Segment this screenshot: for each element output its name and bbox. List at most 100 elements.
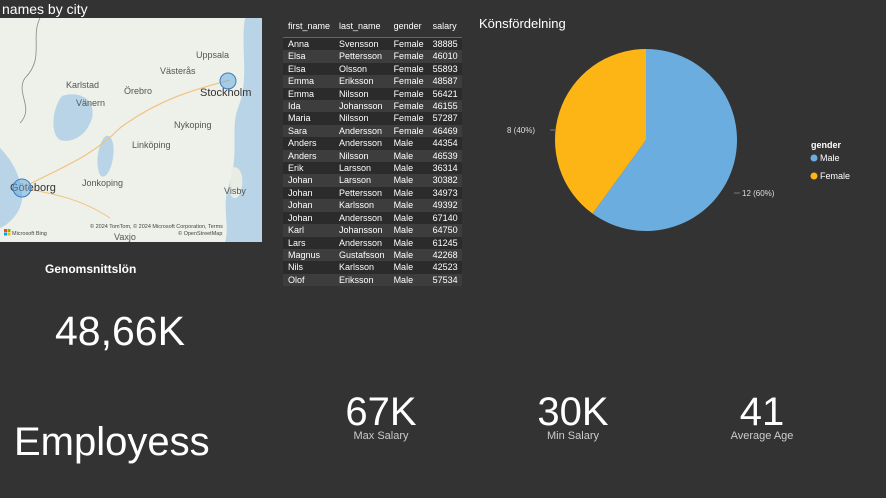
cell-gender: Male xyxy=(388,224,428,237)
map-label-linkoping: Linköping xyxy=(132,140,171,150)
cell-last-name: Karlsson xyxy=(334,199,389,212)
legend-marker-female-icon xyxy=(810,172,818,180)
table-row[interactable]: Johan Pettersson Male 34973 xyxy=(283,186,462,200)
cell-gender: Female xyxy=(388,87,428,101)
cell-first-name: Nils xyxy=(283,261,335,274)
cell-salary: 56421 xyxy=(427,87,462,101)
column-header-first-name[interactable]: first_name xyxy=(283,18,335,38)
table-row[interactable]: Johan Larsson Male 30382 xyxy=(283,174,462,187)
legend-item-male[interactable]: Male xyxy=(810,153,840,163)
table-row[interactable]: Anna Svensson Female 38885 xyxy=(283,37,462,51)
employees-title: Employess xyxy=(14,420,210,464)
cell-salary: 46539 xyxy=(427,149,462,163)
cell-salary: 57534 xyxy=(427,273,462,287)
cell-last-name: Andersson xyxy=(334,137,389,150)
table-row[interactable]: Nils Karlsson Male 42523 xyxy=(283,261,462,274)
cell-last-name: Gustafsson xyxy=(334,248,389,262)
cell-salary: 67140 xyxy=(427,211,462,225)
cell-last-name: Karlsson xyxy=(334,261,389,274)
cell-last-name: Pettersson xyxy=(334,186,389,200)
cell-salary: 30382 xyxy=(427,174,462,187)
table-row[interactable]: Erik Larsson Male 36314 xyxy=(283,162,462,175)
cell-last-name: Andersson xyxy=(334,236,389,249)
map-attribution[interactable]: © 2024 TomTom, © 2024 Microsoft Corporat… xyxy=(90,223,223,230)
map-label-nykoping: Nykoping xyxy=(174,120,212,130)
cell-last-name: Eriksson xyxy=(334,273,389,287)
column-header-gender[interactable]: gender xyxy=(388,18,428,38)
cell-first-name: Olof xyxy=(283,273,335,287)
cell-last-name: Pettersson xyxy=(334,50,389,63)
legend-label-male: Male xyxy=(820,153,840,163)
map-brand: Microsoft Bing xyxy=(12,231,47,237)
cell-first-name: Anders xyxy=(283,137,335,150)
map-label-vaxjo: Vaxjo xyxy=(114,232,136,242)
map-bubble-goteborg[interactable] xyxy=(12,178,32,198)
pie-label-male: 12 (60%) xyxy=(742,189,775,198)
cell-salary: 46155 xyxy=(427,100,462,113)
cell-first-name: Anna xyxy=(283,37,335,51)
table-row[interactable]: Sara Andersson Female 46469 xyxy=(283,124,462,138)
map-label-karlstad: Karlstad xyxy=(66,80,99,90)
cell-gender: Female xyxy=(388,124,428,138)
map-canvas[interactable]: Uppsala Västerås Karlstad Örebro Stockho… xyxy=(0,18,262,242)
cell-gender: Male xyxy=(388,248,428,262)
table-row[interactable]: Olof Eriksson Male 57534 xyxy=(283,273,462,287)
average-age-card[interactable]: 41 Average Age xyxy=(692,390,832,442)
table-row[interactable]: Magnus Gustafsson Male 42268 xyxy=(283,248,462,262)
table-row[interactable]: Maria Nilsson Female 57287 xyxy=(283,112,462,125)
cell-salary: 34973 xyxy=(427,186,462,200)
cell-gender: Male xyxy=(388,186,428,200)
table-row[interactable]: Emma Eriksson Female 48587 xyxy=(283,75,462,88)
cell-gender: Female xyxy=(388,75,428,88)
cell-gender: Male xyxy=(388,261,428,274)
legend-title: gender xyxy=(811,140,842,150)
map-bubble-stockholm[interactable] xyxy=(219,72,237,90)
cell-last-name: Johansson xyxy=(334,100,389,113)
min-salary-card[interactable]: 30K Min Salary xyxy=(503,390,643,442)
cell-salary: 38885 xyxy=(427,37,462,51)
table-row[interactable]: Emma Nilsson Female 56421 xyxy=(283,87,462,101)
map-attribution-osm[interactable]: © OpenStreetMap xyxy=(178,230,222,237)
table-row[interactable]: Johan Andersson Male 67140 xyxy=(283,211,462,225)
cell-last-name: Svensson xyxy=(334,37,389,51)
pie-label-female: 8 (40%) xyxy=(507,126,535,135)
cell-salary: 55893 xyxy=(427,62,462,76)
cell-salary: 42523 xyxy=(427,261,462,274)
cell-first-name: Ida xyxy=(283,100,335,113)
cell-last-name: Nilsson xyxy=(334,112,389,125)
column-header-salary[interactable]: salary xyxy=(427,18,462,38)
cell-gender: Male xyxy=(388,137,428,150)
cell-gender: Female xyxy=(388,100,428,113)
max-salary-value: 67K xyxy=(345,390,417,434)
table-row[interactable]: Ida Johansson Female 46155 xyxy=(283,100,462,113)
cell-first-name: Johan xyxy=(283,174,335,187)
cell-last-name: Andersson xyxy=(334,211,389,225)
table-row[interactable]: Elsa Olsson Female 55893 xyxy=(283,62,462,76)
column-header-last-name[interactable]: last_name xyxy=(334,18,389,38)
cell-salary: 61245 xyxy=(427,236,462,249)
cell-salary: 44354 xyxy=(427,137,462,150)
table-row[interactable]: Anders Nilsson Male 46539 xyxy=(283,149,462,163)
pie-chart[interactable]: 8 (40%) 12 (60%) gender Male Female xyxy=(470,40,886,260)
cell-first-name: Lars xyxy=(283,236,335,249)
cell-first-name: Magnus xyxy=(283,248,335,262)
legend-item-female[interactable]: Female xyxy=(810,171,851,181)
max-salary-card[interactable]: 67K Max Salary xyxy=(311,390,451,442)
cell-last-name: Larsson xyxy=(334,162,389,175)
employee-table[interactable]: first_name last_name gender salary Anna S… xyxy=(283,18,463,287)
cell-salary: 49392 xyxy=(427,199,462,212)
cell-gender: Female xyxy=(388,62,428,76)
cell-last-name: Johansson xyxy=(334,224,389,237)
average-age-value: 41 xyxy=(739,390,785,434)
average-age-label: Average Age xyxy=(730,430,794,442)
table-row[interactable]: Johan Karlsson Male 49392 xyxy=(283,199,462,212)
table-row[interactable]: Karl Johansson Male 64750 xyxy=(283,224,462,237)
table-row[interactable]: Anders Andersson Male 44354 xyxy=(283,137,462,150)
cell-last-name: Olsson xyxy=(334,62,389,76)
cell-first-name: Johan xyxy=(283,186,335,200)
cell-first-name: Maria xyxy=(283,112,335,125)
table-row[interactable]: Lars Andersson Male 61245 xyxy=(283,236,462,249)
table-row[interactable]: Elsa Pettersson Female 46010 xyxy=(283,50,462,63)
map-visual[interactable]: Uppsala Västerås Karlstad Örebro Stockho… xyxy=(0,18,262,242)
cell-salary: 48587 xyxy=(427,75,462,88)
